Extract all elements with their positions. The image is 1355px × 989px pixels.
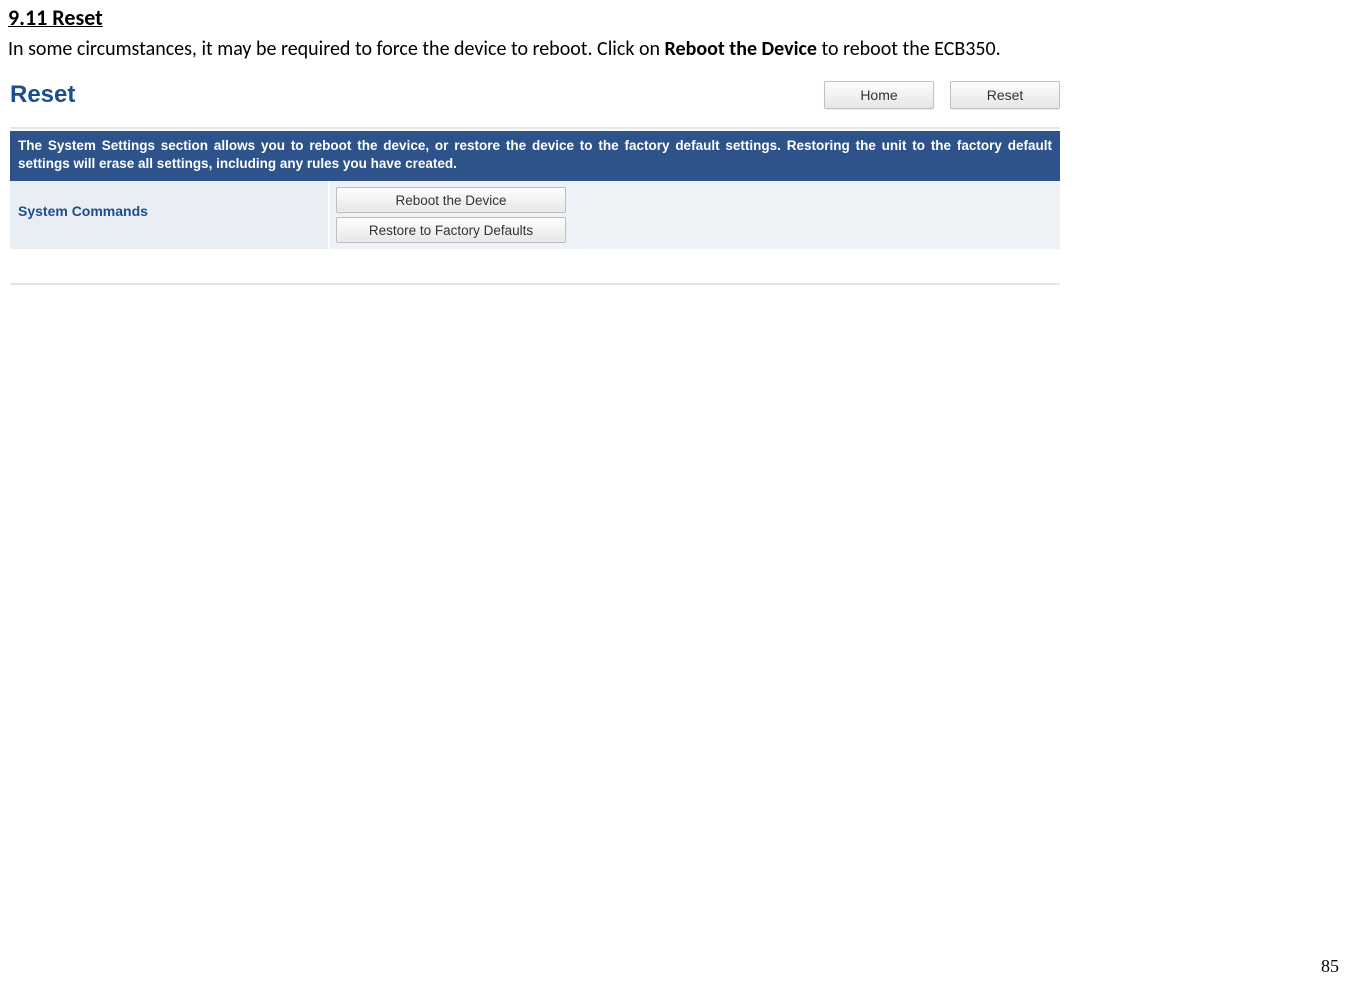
restore-defaults-button[interactable]: Restore to Factory Defaults bbox=[336, 217, 566, 243]
reboot-device-button[interactable]: Reboot the Device bbox=[336, 187, 566, 213]
divider-bottom bbox=[10, 283, 1060, 285]
intro-bold: Reboot the Device bbox=[665, 37, 817, 61]
reset-button[interactable]: Reset bbox=[950, 81, 1060, 109]
info-banner: The System Settings section allows you t… bbox=[10, 131, 1060, 181]
intro-pre: In some circumstances, it may be require… bbox=[8, 37, 665, 61]
panel-title: Reset bbox=[10, 81, 75, 109]
system-commands-row: System Commands Reboot the Device Restor… bbox=[10, 181, 1060, 249]
reset-panel-screenshot: Reset Home Reset The System Settings sec… bbox=[10, 81, 1060, 285]
home-button[interactable]: Home bbox=[824, 81, 934, 109]
intro-paragraph: In some circumstances, it may be require… bbox=[8, 37, 1347, 61]
page-number: 85 bbox=[1321, 956, 1339, 977]
section-heading: 9.11 Reset bbox=[8, 4, 1347, 31]
system-commands-label: System Commands bbox=[10, 181, 330, 249]
divider-top bbox=[10, 127, 1060, 129]
intro-post: to reboot the ECB350. bbox=[817, 37, 1001, 61]
